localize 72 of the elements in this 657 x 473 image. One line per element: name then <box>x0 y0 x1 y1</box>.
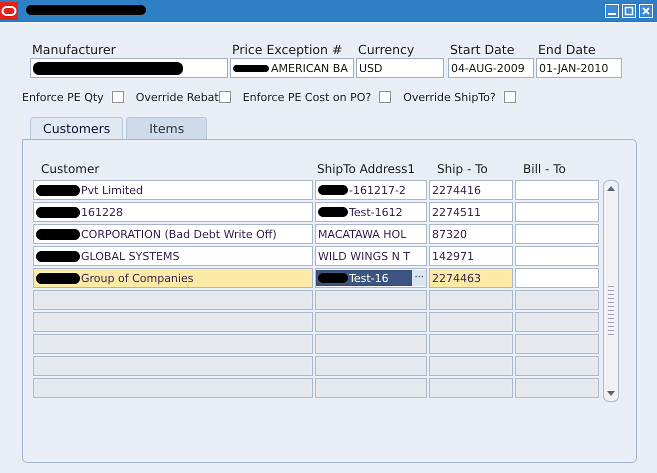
field-label: Currency <box>357 42 416 58</box>
maximize-button[interactable] <box>622 4 636 18</box>
field-label: Price Exception # <box>231 42 344 58</box>
table-cell[interactable]: 2274511 <box>429 202 513 222</box>
checkbox-label: Override Rebat <box>136 90 219 104</box>
empty-cell[interactable] <box>33 378 313 398</box>
empty-cell[interactable] <box>315 334 427 354</box>
column-header: Customer <box>40 162 100 178</box>
table-cell[interactable] <box>515 246 599 266</box>
table-cell[interactable]: Test-16 ··· <box>315 268 427 288</box>
table-cell[interactable]: 87320 <box>429 224 513 244</box>
checkbox[interactable] <box>112 91 124 103</box>
input-field[interactable]: AMERICAN BA <box>230 58 354 78</box>
table-cell[interactable]: -161217-2 <box>315 180 427 200</box>
scrollbar[interactable] <box>603 180 619 402</box>
empty-cell[interactable] <box>429 290 513 310</box>
minimize-button[interactable] <box>605 4 619 18</box>
empty-cell[interactable] <box>33 290 313 310</box>
empty-cell[interactable] <box>515 312 599 332</box>
field-label: Manufacturer <box>31 42 117 58</box>
empty-cell[interactable] <box>33 356 313 376</box>
column-header: ShipTo Address1 <box>316 162 416 178</box>
tab[interactable]: Customers <box>30 117 124 139</box>
empty-cell[interactable] <box>33 334 313 354</box>
checkbox-label: Override ShipTo? <box>403 90 496 104</box>
empty-cell[interactable] <box>429 356 513 376</box>
table-cell[interactable]: 142971 <box>429 246 513 266</box>
checkbox[interactable] <box>379 91 392 103</box>
checkbox[interactable] <box>218 91 231 103</box>
empty-cell[interactable] <box>429 334 513 354</box>
scroll-down-icon[interactable] <box>606 390 616 398</box>
empty-cell[interactable] <box>515 356 599 376</box>
table-cell[interactable]: Test-1612 <box>315 202 427 222</box>
empty-cell[interactable] <box>315 290 427 310</box>
column-header: Ship - To <box>436 162 489 178</box>
lov-button[interactable]: ··· <box>412 270 426 286</box>
empty-cell[interactable] <box>429 378 513 398</box>
close-button[interactable] <box>639 4 653 18</box>
input-field[interactable]: USD <box>356 58 444 78</box>
table-cell[interactable]: CORPORATION (Bad Debt Write Off) <box>33 224 313 244</box>
input-field[interactable] <box>30 58 228 78</box>
table-cell[interactable] <box>515 180 599 200</box>
table-cell[interactable]: 2274416 <box>429 180 513 200</box>
logo-icon <box>0 2 18 20</box>
empty-cell[interactable] <box>515 378 599 398</box>
input-field[interactable]: 04-AUG-2009 <box>448 58 534 78</box>
table-cell[interactable]: WILD WINGS N T <box>315 246 427 266</box>
empty-cell[interactable] <box>315 356 427 376</box>
table-cell[interactable] <box>515 268 599 288</box>
input-field[interactable]: 01-JAN-2010 <box>536 58 622 78</box>
scroll-up-icon[interactable] <box>606 184 616 192</box>
checkbox[interactable] <box>504 91 516 103</box>
empty-cell[interactable] <box>315 378 427 398</box>
table-cell[interactable] <box>515 224 599 244</box>
table-cell[interactable]: MACATAWA HOL <box>315 224 427 244</box>
field-label: Start Date <box>449 42 516 58</box>
empty-cell[interactable] <box>515 334 599 354</box>
checkbox-label: Enforce PE Qty <box>22 90 104 104</box>
table-cell[interactable] <box>515 202 599 222</box>
empty-cell[interactable] <box>429 312 513 332</box>
table-cell[interactable]: 2274463 <box>429 268 513 288</box>
table-cell[interactable]: GLOBAL SYSTEMS <box>33 246 313 266</box>
table-cell[interactable]: 161228 <box>33 202 313 222</box>
table-cell[interactable]: Group of Companies <box>33 268 313 288</box>
field-label: End Date <box>537 42 597 58</box>
checkbox-label: Enforce PE Cost on PO? <box>242 90 372 104</box>
column-header: Bill - To <box>522 162 567 178</box>
empty-cell[interactable] <box>515 290 599 310</box>
empty-cell[interactable] <box>33 312 313 332</box>
empty-cell[interactable] <box>315 312 427 332</box>
tab[interactable]: Items <box>126 117 208 139</box>
table-cell[interactable]: Pvt Limited <box>33 180 313 200</box>
